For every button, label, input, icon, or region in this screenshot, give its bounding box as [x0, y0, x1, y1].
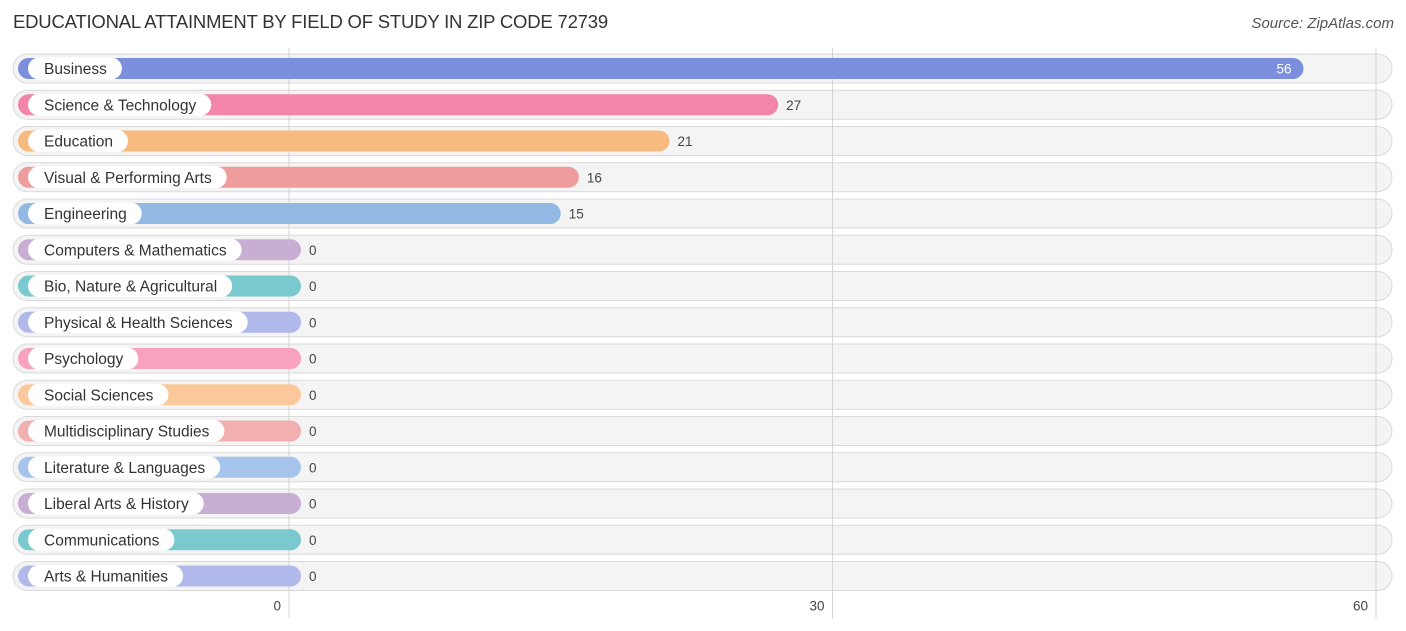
bar-chart: Business 56 Science & Technology 27 Educatio…	[12, 48, 1393, 619]
category-label: Engineering	[44, 206, 127, 223]
bar-group: Visual & Performing Arts 16	[18, 166, 602, 189]
bar-group: Computers & Mathematics 0	[18, 238, 317, 261]
category-label: Psychology	[44, 351, 124, 368]
value-label: 21	[677, 134, 692, 149]
bar-group: Arts & Humanities 0	[18, 565, 317, 587]
value-label: 0	[309, 388, 317, 403]
bar-group: Bio, Nature & Agricultural 0	[18, 275, 317, 297]
category-label: Science & Technology	[44, 97, 196, 114]
bar-group: Engineering 15	[18, 202, 584, 225]
bar-group: Science & Technology 27	[18, 93, 801, 116]
value-label: 0	[309, 497, 317, 512]
x-axis-ticks: 0 30 60	[273, 599, 1368, 614]
value-label: 0	[309, 352, 317, 367]
bar-group: Physical & Health Sciences 0	[18, 311, 317, 334]
bar-group: Multidisciplinary Studies 0	[18, 420, 317, 442]
x-tick-label: 60	[1353, 599, 1368, 614]
category-label: Computers & Mathematics	[44, 242, 227, 259]
category-label: Bio, Nature & Agricultural	[44, 279, 217, 296]
value-label: 56	[1277, 62, 1292, 77]
category-label: Physical & Health Sciences	[44, 315, 233, 332]
category-label: Social Sciences	[44, 387, 154, 404]
bar-group: Liberal Arts & History 0	[18, 492, 317, 515]
category-label: Business	[44, 61, 107, 78]
value-label: 0	[309, 533, 317, 548]
category-label: Education	[44, 134, 113, 151]
bar-group: Psychology 0	[18, 347, 317, 370]
value-label: 0	[309, 243, 317, 258]
x-tick-label: 0	[273, 599, 281, 614]
value-label: 0	[309, 460, 317, 475]
category-label: Visual & Performing Arts	[44, 170, 212, 187]
value-label: 15	[569, 207, 584, 222]
value-label: 27	[786, 98, 801, 113]
value-label: 0	[309, 279, 317, 294]
bar[interactable]	[18, 58, 1304, 79]
category-label: Arts & Humanities	[44, 569, 168, 586]
category-label: Literature & Languages	[44, 460, 205, 477]
bar-group: Business 56	[18, 57, 1304, 80]
bar-group: Education 21	[18, 130, 692, 152]
bar-group: Social Sciences 0	[18, 383, 317, 406]
value-label: 0	[309, 569, 317, 584]
x-tick-label: 30	[809, 599, 824, 614]
value-label: 16	[587, 170, 602, 185]
bar-group: Communications 0	[18, 528, 317, 551]
category-label: Multidisciplinary Studies	[44, 424, 210, 441]
value-label: 0	[309, 315, 317, 330]
category-label: Communications	[44, 532, 160, 549]
category-label: Liberal Arts & History	[44, 496, 189, 513]
value-label: 0	[309, 424, 317, 439]
bar-group: Literature & Languages 0	[18, 456, 317, 479]
